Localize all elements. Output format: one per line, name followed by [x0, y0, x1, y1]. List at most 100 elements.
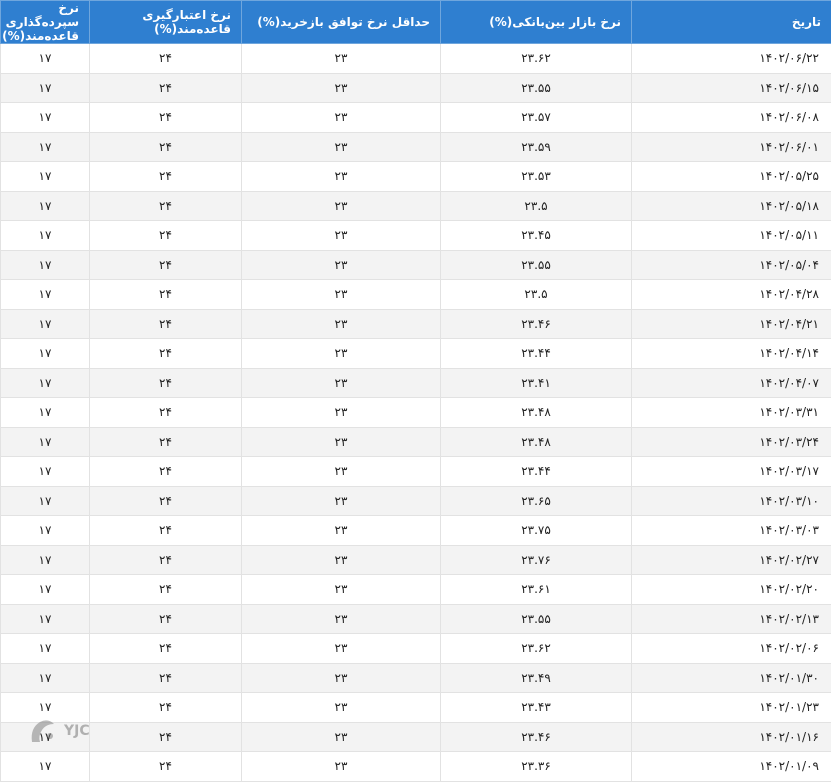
header-deposit-facility-rate: نرخ سپرده‌گذاری قاعده‌مند(%)	[1, 1, 90, 44]
watermark-text: YJC	[64, 723, 90, 739]
cell-min-repo-rate: ۲۳	[242, 427, 441, 457]
cell-interbank-rate: ۲۳.۳۶	[441, 752, 632, 782]
cell-date: ۱۴۰۲/۰۳/۱۷	[632, 457, 831, 487]
cell-min-repo-rate: ۲۳	[242, 250, 441, 280]
cell-deposit-facility-rate: ۱۷	[1, 162, 90, 192]
cell-lending-facility-rate: ۲۴	[90, 663, 242, 693]
cell-lending-facility-rate: ۲۴	[90, 73, 242, 103]
table-row: ۱۴۰۲/۰۱/۱۶۲۳.۴۶۲۳۲۴۱۷	[1, 722, 831, 752]
cell-interbank-rate: ۲۳.۴۳	[441, 693, 632, 723]
cell-deposit-facility-rate: ۱۷	[1, 44, 90, 74]
cell-deposit-facility-rate: ۱۷	[1, 752, 90, 782]
cell-interbank-rate: ۲۳.۶۲	[441, 44, 632, 74]
cell-interbank-rate: ۲۳.۴۹	[441, 663, 632, 693]
table-row: ۱۴۰۲/۰۶/۰۸۲۳.۵۷۲۳۲۴۱۷	[1, 103, 831, 133]
cell-min-repo-rate: ۲۳	[242, 486, 441, 516]
table-row: ۱۴۰۲/۰۱/۳۰۲۳.۴۹۲۳۲۴۱۷	[1, 663, 831, 693]
table-row: ۱۴۰۲/۰۵/۰۴۲۳.۵۵۲۳۲۴۱۷	[1, 250, 831, 280]
cell-lending-facility-rate: ۲۴	[90, 752, 242, 782]
cell-interbank-rate: ۲۳.۵۵	[441, 250, 632, 280]
cell-lending-facility-rate: ۲۴	[90, 191, 242, 221]
cell-date: ۱۴۰۲/۰۴/۰۷	[632, 368, 831, 398]
table-row: ۱۴۰۲/۰۵/۱۱۲۳.۴۵۲۳۲۴۱۷	[1, 221, 831, 251]
table-row: ۱۴۰۲/۰۲/۲۷۲۳.۷۶۲۳۲۴۱۷	[1, 545, 831, 575]
cell-date: ۱۴۰۲/۰۶/۰۸	[632, 103, 831, 133]
table-row: ۱۴۰۲/۰۳/۰۳۲۳.۷۵۲۳۲۴۱۷	[1, 516, 831, 546]
table-row: ۱۴۰۲/۰۶/۲۲۲۳.۶۲۲۳۲۴۱۷	[1, 44, 831, 74]
cell-date: ۱۴۰۲/۰۱/۰۹	[632, 752, 831, 782]
cell-deposit-facility-rate: ۱۷	[1, 73, 90, 103]
cell-lending-facility-rate: ۲۴	[90, 575, 242, 605]
cell-min-repo-rate: ۲۳	[242, 103, 441, 133]
cell-deposit-facility-rate: ۱۷	[1, 103, 90, 133]
cell-min-repo-rate: ۲۳	[242, 339, 441, 369]
cell-interbank-rate: ۲۳.۶۱	[441, 575, 632, 605]
cell-min-repo-rate: ۲۳	[242, 663, 441, 693]
table-row: ۱۴۰۲/۰۵/۲۵۲۳.۵۳۲۳۲۴۱۷	[1, 162, 831, 192]
cell-interbank-rate: ۲۳.۵۵	[441, 73, 632, 103]
table-row: ۱۴۰۲/۰۲/۲۰۲۳.۶۱۲۳۲۴۱۷	[1, 575, 831, 605]
cell-date: ۱۴۰۲/۰۱/۱۶	[632, 722, 831, 752]
cell-date: ۱۴۰۲/۰۵/۱۱	[632, 221, 831, 251]
cell-deposit-facility-rate: ۱۷	[1, 634, 90, 664]
cell-date: ۱۴۰۲/۰۳/۳۱	[632, 398, 831, 428]
table-row: ۱۴۰۲/۰۱/۲۳۲۳.۴۳۲۳۲۴۱۷	[1, 693, 831, 723]
cell-lending-facility-rate: ۲۴	[90, 162, 242, 192]
yjc-logo-icon	[26, 716, 60, 746]
cell-date: ۱۴۰۲/۰۱/۳۰	[632, 663, 831, 693]
cell-lending-facility-rate: ۲۴	[90, 604, 242, 634]
cell-lending-facility-rate: ۲۴	[90, 309, 242, 339]
cell-lending-facility-rate: ۲۴	[90, 368, 242, 398]
cell-date: ۱۴۰۲/۰۵/۰۴	[632, 250, 831, 280]
cell-min-repo-rate: ۲۳	[242, 604, 441, 634]
cell-interbank-rate: ۲۳.۵۳	[441, 162, 632, 192]
cell-date: ۱۴۰۲/۰۶/۰۱	[632, 132, 831, 162]
table-row: ۱۴۰۲/۰۳/۱۰۲۳.۶۵۲۳۲۴۱۷	[1, 486, 831, 516]
cell-min-repo-rate: ۲۳	[242, 191, 441, 221]
cell-deposit-facility-rate: ۱۷	[1, 250, 90, 280]
table-row: ۱۴۰۲/۰۲/۱۳۲۳.۵۵۲۳۲۴۱۷	[1, 604, 831, 634]
cell-lending-facility-rate: ۲۴	[90, 339, 242, 369]
table-row: ۱۴۰۲/۰۴/۱۴۲۳.۴۴۲۳۲۴۱۷	[1, 339, 831, 369]
cell-interbank-rate: ۲۳.۷۶	[441, 545, 632, 575]
cell-lending-facility-rate: ۲۴	[90, 457, 242, 487]
cell-min-repo-rate: ۲۳	[242, 309, 441, 339]
cell-date: ۱۴۰۲/۰۱/۲۳	[632, 693, 831, 723]
cell-interbank-rate: ۲۳.۶۲	[441, 634, 632, 664]
cell-deposit-facility-rate: ۱۷	[1, 398, 90, 428]
cell-date: ۱۴۰۲/۰۴/۱۴	[632, 339, 831, 369]
cell-deposit-facility-rate: ۱۷	[1, 516, 90, 546]
cell-min-repo-rate: ۲۳	[242, 162, 441, 192]
cell-lending-facility-rate: ۲۴	[90, 693, 242, 723]
cell-date: ۱۴۰۲/۰۵/۱۸	[632, 191, 831, 221]
table-row: ۱۴۰۲/۰۴/۲۸۲۳.۵۲۳۲۴۱۷	[1, 280, 831, 310]
cell-min-repo-rate: ۲۳	[242, 634, 441, 664]
cell-interbank-rate: ۲۳.۶۵	[441, 486, 632, 516]
cell-lending-facility-rate: ۲۴	[90, 634, 242, 664]
yjc-watermark: YJC	[26, 716, 90, 746]
cell-min-repo-rate: ۲۳	[242, 516, 441, 546]
header-lending-facility-rate: نرخ اعتبارگیری قاعده‌مند(%)	[90, 1, 242, 44]
cell-interbank-rate: ۲۳.۴۵	[441, 221, 632, 251]
cell-lending-facility-rate: ۲۴	[90, 545, 242, 575]
cell-deposit-facility-rate: ۱۷	[1, 604, 90, 634]
cell-min-repo-rate: ۲۳	[242, 132, 441, 162]
cell-interbank-rate: ۲۳.۵۹	[441, 132, 632, 162]
cell-interbank-rate: ۲۳.۵۷	[441, 103, 632, 133]
cell-interbank-rate: ۲۳.۵	[441, 280, 632, 310]
cell-min-repo-rate: ۲۳	[242, 575, 441, 605]
cell-deposit-facility-rate: ۱۷	[1, 457, 90, 487]
table-row: ۱۴۰۲/۰۵/۱۸۲۳.۵۲۳۲۴۱۷	[1, 191, 831, 221]
header-interbank-rate: نرخ بازار بین‌بانکی(%)	[441, 1, 632, 44]
cell-date: ۱۴۰۲/۰۳/۲۴	[632, 427, 831, 457]
cell-lending-facility-rate: ۲۴	[90, 221, 242, 251]
cell-lending-facility-rate: ۲۴	[90, 722, 242, 752]
cell-deposit-facility-rate: ۱۷	[1, 545, 90, 575]
table-row: ۱۴۰۲/۰۳/۲۴۲۳.۴۸۲۳۲۴۱۷	[1, 427, 831, 457]
cell-min-repo-rate: ۲۳	[242, 280, 441, 310]
cell-date: ۱۴۰۲/۰۲/۲۷	[632, 545, 831, 575]
cell-min-repo-rate: ۲۳	[242, 73, 441, 103]
cell-deposit-facility-rate: ۱۷	[1, 221, 90, 251]
cell-date: ۱۴۰۲/۰۶/۱۵	[632, 73, 831, 103]
cell-interbank-rate: ۲۳.۴۶	[441, 722, 632, 752]
